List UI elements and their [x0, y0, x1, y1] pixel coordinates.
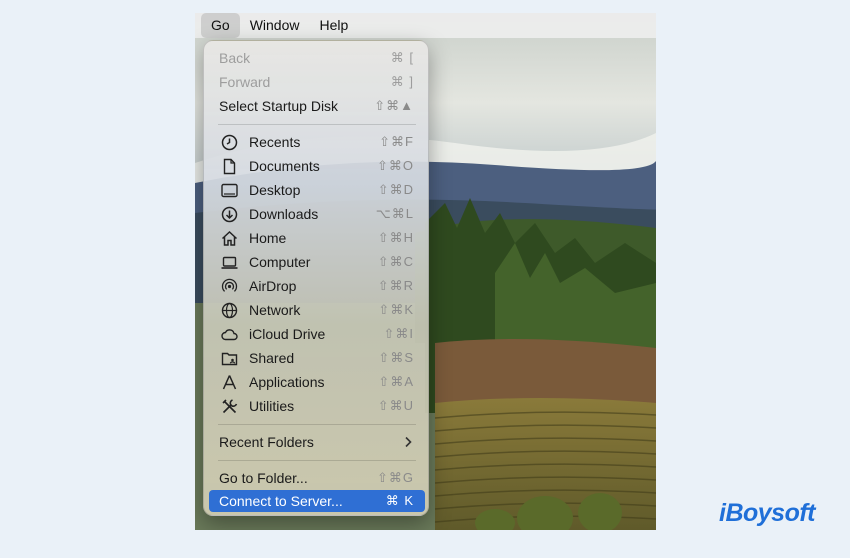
menu-item-label: AirDrop: [249, 278, 297, 294]
globe-icon: [221, 302, 238, 319]
menu-item-shortcut: ⌘ K: [385, 493, 414, 508]
menu-item-shortcut: ⇧⌘O: [376, 158, 414, 173]
menu-item-recent-folders[interactable]: Recent Folders: [209, 431, 425, 453]
menu-item-shortcut: ⇧⌘D: [377, 182, 414, 197]
menu-item-shortcut: ⇧⌘H: [377, 230, 414, 245]
menu-separator: [218, 124, 416, 125]
menu-item-icloud-drive[interactable]: iCloud Drive ⇧⌘I: [209, 323, 425, 345]
menu-item-shortcut: ⇧⌘C: [377, 254, 414, 269]
menu-separator: [218, 460, 416, 461]
menu-item-recents[interactable]: Recents ⇧⌘F: [209, 131, 425, 153]
menubar-go[interactable]: Go: [201, 13, 240, 38]
menu-item-shared[interactable]: Shared ⇧⌘S: [209, 347, 425, 369]
menu-item-computer[interactable]: Computer ⇧⌘C: [209, 251, 425, 273]
menu-item-label: Desktop: [249, 182, 301, 198]
menubar-help[interactable]: Help: [309, 13, 358, 38]
menu-bar: Go Window Help: [195, 13, 656, 38]
laptop-icon: [221, 256, 238, 269]
menu-item-select-startup-disk[interactable]: Select Startup Disk ⇧⌘▲: [209, 95, 425, 117]
menu-item-label: Recent Folders: [219, 434, 314, 450]
menu-item-shortcut: ⌥⌘L: [375, 206, 414, 221]
menu-item-label: Select Startup Disk: [219, 98, 339, 114]
iboysoft-logo: iBoysoft: [719, 499, 816, 527]
menu-item-shortcut: ⌘ ]: [390, 74, 414, 89]
menu-item-label: Computer: [249, 254, 311, 270]
menu-item-shortcut: ⇧⌘▲: [374, 98, 414, 113]
menu-item-label: Shared: [249, 350, 295, 366]
menu-item-shortcut: ⇧⌘F: [379, 134, 414, 149]
tools-icon: [222, 399, 238, 414]
menu-item-forward[interactable]: Forward ⌘ ]: [209, 71, 425, 93]
menu-item-label: Home: [249, 230, 287, 246]
menu-separator: [218, 424, 416, 425]
menu-item-downloads[interactable]: Downloads ⌥⌘L: [209, 203, 425, 225]
menu-item-applications[interactable]: Applications ⇧⌘A: [209, 371, 425, 393]
menu-item-label: Recents: [249, 134, 301, 150]
menu-item-shortcut: ⇧⌘R: [377, 278, 414, 293]
menu-item-shortcut: ⇧⌘U: [377, 398, 414, 413]
menu-item-go-to-folder[interactable]: Go to Folder... ⇧⌘G: [209, 467, 425, 489]
menu-item-desktop[interactable]: Desktop ⇧⌘D: [209, 179, 425, 201]
menu-item-label: Back: [219, 50, 251, 66]
menubar-window[interactable]: Window: [240, 13, 310, 38]
menu-item-airdrop[interactable]: AirDrop ⇧⌘R: [209, 275, 425, 297]
menu-item-shortcut: ⇧⌘I: [383, 326, 414, 341]
menu-item-back[interactable]: Back ⌘ [: [209, 47, 425, 69]
menu-item-utilities[interactable]: Utilities ⇧⌘U: [209, 395, 425, 417]
applications-icon: [222, 375, 237, 390]
clock-icon: [221, 134, 238, 151]
desktop-icon: [221, 183, 238, 198]
menu-item-connect-to-server[interactable]: Connect to Server... ⌘ K: [209, 490, 425, 512]
shared-folder-icon: [221, 352, 238, 366]
menu-item-home[interactable]: Home ⇧⌘H: [209, 227, 425, 249]
chevron-right-icon: [405, 436, 412, 448]
menu-item-network[interactable]: Network ⇧⌘K: [209, 299, 425, 321]
home-icon: [221, 230, 238, 246]
menu-item-label: Applications: [249, 374, 325, 390]
cloud-icon: [221, 329, 238, 341]
menu-item-label: Connect to Server...: [219, 493, 343, 509]
menu-item-documents[interactable]: Documents ⇧⌘O: [209, 155, 425, 177]
menu-item-label: Downloads: [249, 206, 319, 222]
menu-item-shortcut: ⇧⌘A: [378, 374, 414, 389]
menu-item-label: Forward: [219, 74, 271, 90]
go-menu: Back ⌘ [ Forward ⌘ ] Select Startup Disk…: [203, 40, 429, 516]
download-icon: [221, 206, 238, 223]
menu-item-label: Utilities: [249, 398, 295, 414]
menu-item-label: Documents: [249, 158, 320, 174]
menu-item-label: Go to Folder...: [219, 470, 308, 486]
menu-item-label: Network: [249, 302, 301, 318]
menu-item-shortcut: ⇧⌘K: [378, 302, 414, 317]
menu-item-shortcut: ⇧⌘S: [378, 350, 414, 365]
airdrop-icon: [221, 278, 238, 292]
menu-item-shortcut: ⇧⌘G: [376, 470, 414, 485]
menu-item-label: iCloud Drive: [249, 326, 326, 342]
menu-item-shortcut: ⌘ [: [390, 50, 414, 65]
document-icon: [223, 158, 236, 175]
desktop-screen: Go Window Help Back ⌘ [ Forward ⌘ ] Sele…: [195, 13, 656, 530]
